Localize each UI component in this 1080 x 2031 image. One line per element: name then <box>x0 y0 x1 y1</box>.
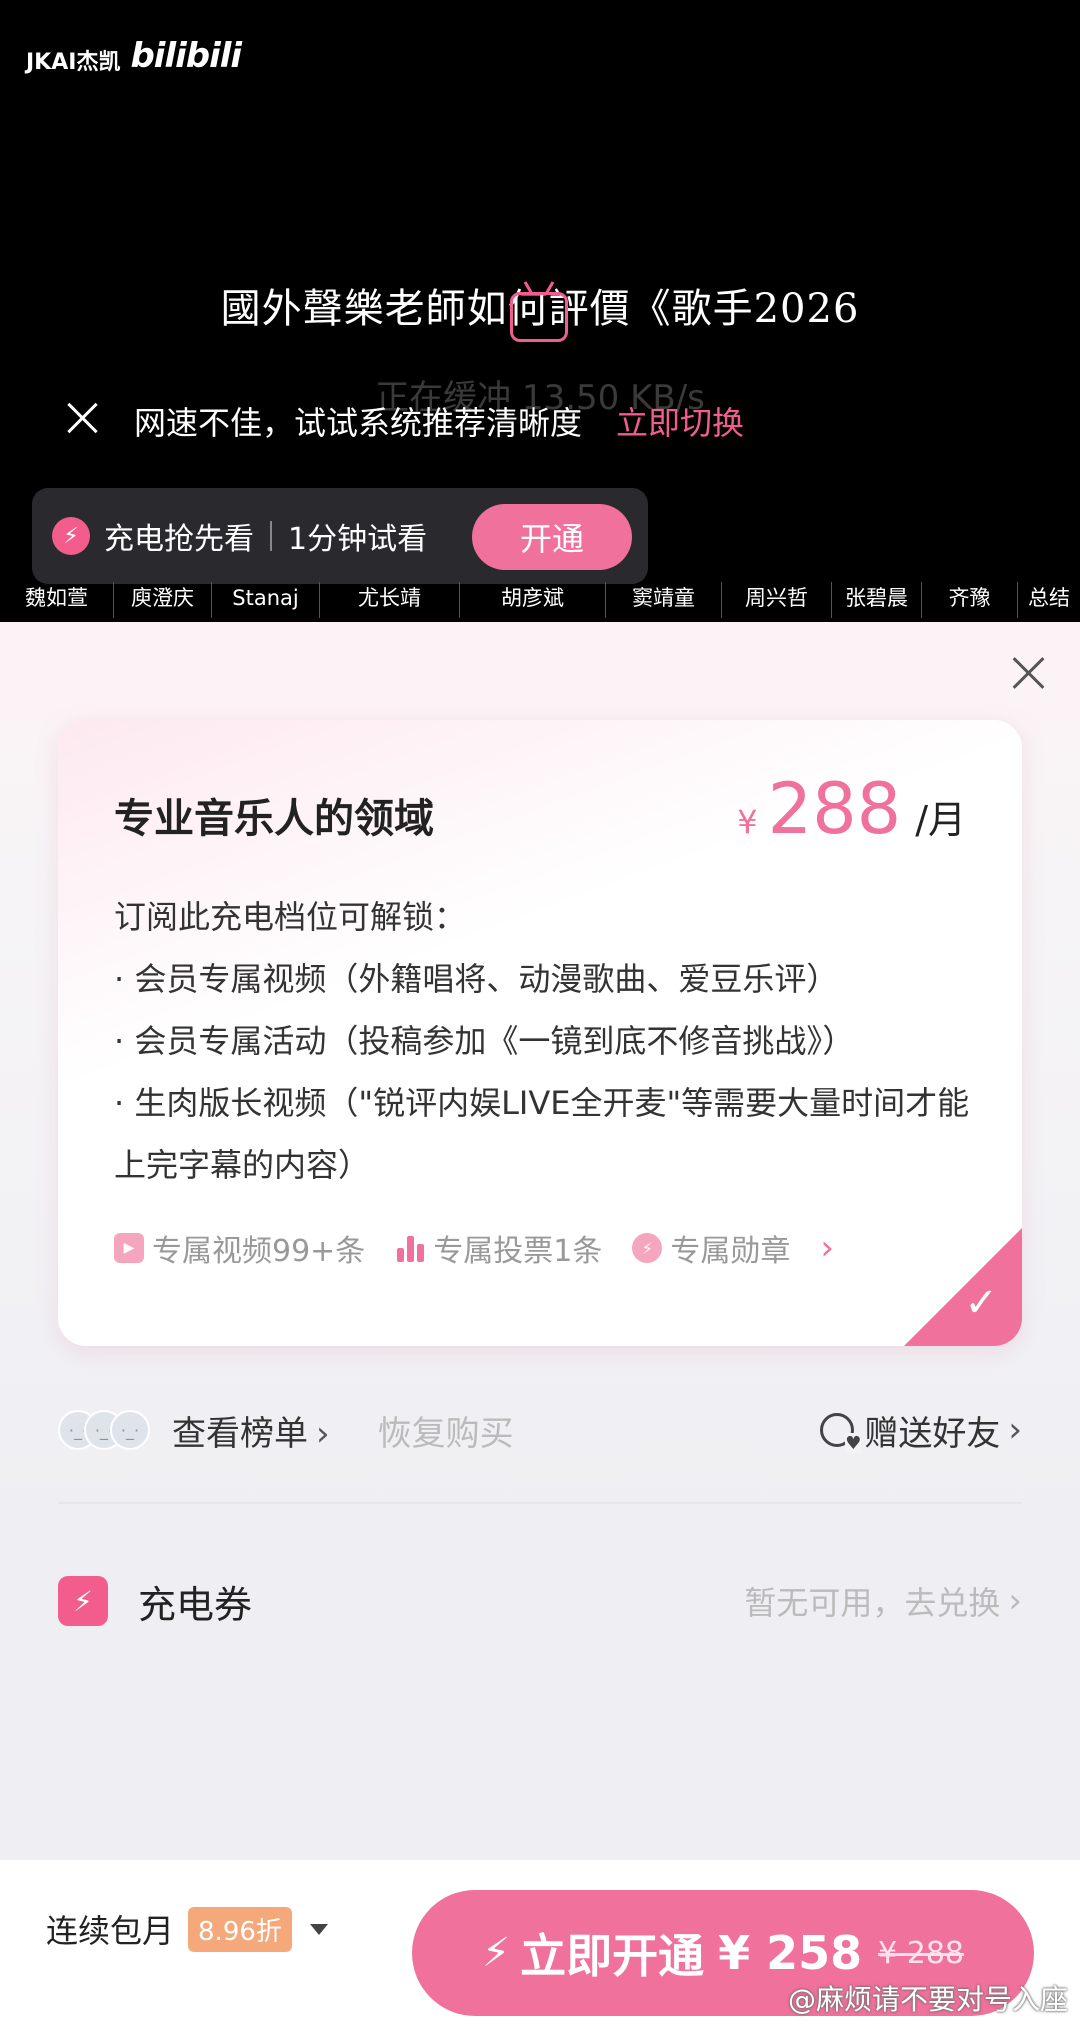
purchase-bar: 连续包月 8.96折 ⚡ 立即开通 ¥ 258 ¥ 288 @麻烦请不要对号入座 <box>0 1860 1080 2031</box>
watermark-name: JKAI杰凯 <box>26 50 121 75</box>
price-value: 288 <box>767 768 902 850</box>
charge-sheet: 专业音乐人的领域 ¥ 288 /月 订阅此充电档位可解锁： · 会员专属视频（外… <box>0 622 1080 2031</box>
bilibili-logo: bilibili <box>130 36 242 76</box>
lightning-icon: ⚡ <box>481 1930 511 1976</box>
charge-preview-bar: ⚡ 充电抢先看 1分钟试看 开通 <box>32 488 648 584</box>
chapter-names: 魏如萱 庾澄庆 Stanaj 尤长靖 胡彦斌 窦靖童 周兴哲 张碧晨 齐豫 总结 <box>0 582 1080 618</box>
action-row: ·_· ·_· ·_· 查看榜单› 恢复购买 赠送好友 › <box>58 1394 1022 1466</box>
chapter-item[interactable]: 胡彦斌 <box>460 582 606 618</box>
weibo-watermark: @麻烦请不要对号入座 <box>787 1983 1068 2016</box>
plan-selector[interactable]: 连续包月 8.96折 <box>46 1906 328 1952</box>
chapter-item[interactable]: 魏如萱 <box>0 582 114 618</box>
network-tip: 网速不佳，试试系统推荐清晰度 <box>134 404 583 442</box>
gift-label: 赠送好友 <box>864 1413 1001 1454</box>
close-icon[interactable] <box>1008 652 1048 692</box>
chapter-item[interactable]: Stanaj <box>212 582 320 618</box>
perk-label: 专属视频99+条 <box>152 1234 366 1269</box>
benefit-item: · 会员专属活动（投稿参加《一镜到底不修音挑战》） <box>114 1022 855 1060</box>
currency-symbol: ¥ <box>737 803 758 841</box>
price-unit: /月 <box>915 798 966 842</box>
separator <box>270 521 272 551</box>
chevron-right-icon: › <box>1008 1581 1022 1621</box>
selected-corner <box>904 1228 1022 1346</box>
buy-label: 立即开通 <box>520 1929 705 1983</box>
tier-card[interactable]: 专业音乐人的领域 ¥ 288 /月 订阅此充电档位可解锁： · 会员专属视频（外… <box>58 720 1022 1346</box>
chevron-right-icon[interactable]: › <box>820 1228 834 1268</box>
avatar-group: ·_· ·_· ·_· <box>58 1410 150 1450</box>
open-button[interactable]: 开通 <box>472 504 632 570</box>
video-player[interactable]: JKAI杰凯 bilibili 國外聲樂老師如何評價《歌手2026 正在缓冲 1… <box>0 0 1080 622</box>
charge-label: 充电抢先看 <box>104 522 254 557</box>
chapter-item[interactable]: 齐豫 <box>922 582 1018 618</box>
watermark: JKAI杰凯 bilibili <box>26 36 242 76</box>
check-icon: ✓ <box>964 1280 998 1326</box>
chapter-item[interactable]: 尤长靖 <box>320 582 460 618</box>
restore-purchase-link[interactable]: 恢复购买 <box>378 1406 514 1455</box>
perk-badge: ⚡ 专属勋章 <box>632 1226 790 1270</box>
benefit-item: · 生肉版长视频（"锐评内娱LIVE全开麦"等需要大量时间才能上完字幕的内容） <box>114 1084 970 1184</box>
perk-label: 专属勋章 <box>670 1234 791 1269</box>
coupon-status-text: 暂无可用，去兑换 <box>744 1584 1001 1622</box>
coupon-icon: ⚡ <box>58 1576 108 1626</box>
coupon-row[interactable]: ⚡ 充电券 暂无可用，去兑换 › <box>58 1566 1022 1636</box>
bilibili-tv-icon <box>510 292 568 342</box>
perk-list[interactable]: ▶ 专属视频99+条 专属投票1条 ⚡ 专属勋章 › <box>114 1226 834 1270</box>
chapter-item[interactable]: 总结 <box>1018 582 1080 618</box>
chapter-item[interactable]: 窦靖童 <box>606 582 722 618</box>
buy-price: ¥ 258 <box>718 1926 863 1980</box>
plan-label: 连续包月 <box>46 1912 175 1950</box>
leaderboard-link[interactable]: 查看榜单 › <box>172 1406 330 1455</box>
tier-price: ¥ 288 /月 <box>737 768 966 850</box>
bar-chart-icon <box>395 1234 425 1262</box>
discount-badge: 8.96折 <box>188 1906 292 1952</box>
chevron-right-icon: › <box>316 1413 330 1454</box>
perk-videos: ▶ 专属视频99+条 <box>114 1226 365 1270</box>
tier-title: 专业音乐人的领域 <box>114 796 434 842</box>
divider <box>58 1502 1022 1504</box>
tier-description: 订阅此充电档位可解锁： · 会员专属视频（外籍唱将、动漫歌曲、爱豆乐评） · 会… <box>114 886 974 1196</box>
switch-quality-link[interactable]: 立即切换 <box>616 398 744 444</box>
trial-label: 1分钟试看 <box>288 522 428 557</box>
avatar: ·_· <box>110 1410 150 1450</box>
chapter-item[interactable]: 张碧晨 <box>832 582 922 618</box>
gift-friend-link[interactable]: 赠送好友 › <box>820 1394 1022 1466</box>
perk-vote: 专属投票1条 <box>395 1226 602 1270</box>
chapter-item[interactable]: 周兴哲 <box>722 582 832 618</box>
perk-label: 专属投票1条 <box>433 1234 603 1269</box>
benefit-item: · 会员专属视频（外籍唱将、动漫歌曲、爱豆乐评） <box>114 960 839 998</box>
coupon-status[interactable]: 暂无可用，去兑换 › <box>744 1566 1022 1636</box>
lightning-badge-icon: ⚡ <box>632 1233 663 1263</box>
chevron-right-icon: › <box>1008 1410 1022 1450</box>
coupon-label: 充电券 <box>138 1582 253 1627</box>
desc-heading: 订阅此充电档位可解锁： <box>114 898 467 936</box>
play-icon: ▶ <box>114 1233 144 1263</box>
caret-down-icon <box>309 1923 328 1935</box>
chapter-item[interactable]: 庾澄庆 <box>114 582 212 618</box>
leaderboard-label: 查看榜单 <box>172 1413 308 1454</box>
close-tip-icon[interactable] <box>62 398 102 438</box>
gift-friend-icon <box>820 1413 862 1454</box>
lightning-icon: ⚡ <box>52 517 90 555</box>
original-price: ¥ 288 <box>878 1935 965 1971</box>
